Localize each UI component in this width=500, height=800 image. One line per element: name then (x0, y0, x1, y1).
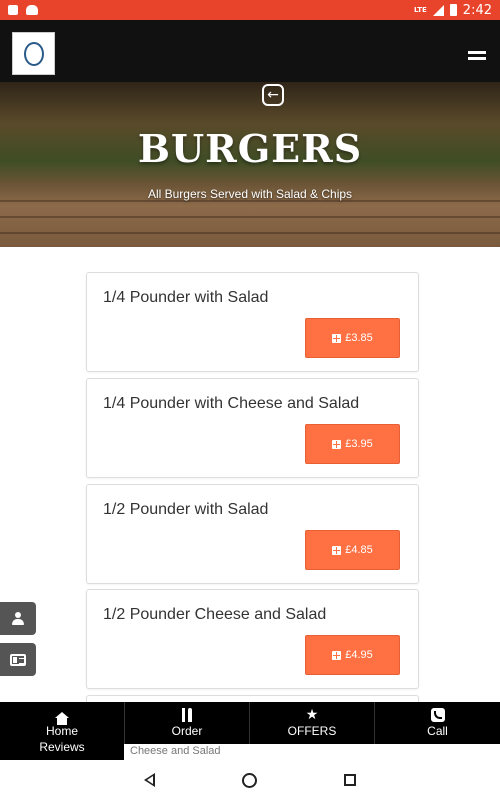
nav-label: Home (45, 724, 78, 738)
hamburger-menu-button[interactable] (468, 51, 486, 63)
item-price: £3.95 (345, 438, 373, 450)
add-to-order-button[interactable]: £4.95 (305, 635, 400, 675)
category-title: BURGERS (137, 126, 363, 171)
logo[interactable] (12, 32, 55, 75)
nav-tab-home[interactable]: Home Reviews (0, 702, 125, 760)
partial-item-text: Cheese and Salad (124, 744, 500, 760)
plus-square-icon (332, 545, 342, 555)
back-arrow-button[interactable]: ← (262, 84, 284, 106)
nav-sublabel: Reviews (39, 740, 85, 754)
app-bar (0, 20, 500, 82)
account-button[interactable] (0, 602, 36, 635)
item-name: 1/2 Pounder Cheese and Salad (103, 606, 327, 623)
contact-card-icon (10, 653, 26, 666)
item-name: 1/4 Pounder with Cheese and Salad (103, 395, 360, 412)
system-recents-icon[interactable] (344, 774, 357, 786)
network-type: LTE (413, 6, 427, 14)
item-price: £4.95 (345, 649, 373, 661)
battery-icon (449, 4, 457, 16)
phone-icon (430, 708, 445, 722)
nav-tab-offers[interactable]: ★ OFFERS (250, 702, 375, 744)
cutlery-icon (180, 708, 194, 722)
nav-tab-call[interactable]: Call (375, 702, 500, 744)
contact-card-button[interactable] (0, 643, 36, 676)
plus-square-icon (332, 439, 342, 449)
item-name: 1/4 Pounder with Salad (103, 289, 269, 306)
screen: LTE 2:42 ← BURGERS All Burgers Served wi… (0, 0, 500, 800)
item-name: 1/2 Pounder with Salad (103, 501, 269, 518)
nav-tab-order[interactable]: Order (125, 702, 250, 744)
home-icon (55, 712, 69, 725)
nav-label: OFFERS (287, 724, 337, 738)
system-nav-bar (0, 760, 500, 800)
menu-item-card: 1/2 Pounder Cheese and Salad £4.95 (86, 589, 419, 689)
system-home-icon[interactable] (241, 772, 257, 788)
status-time: 2:42 (462, 2, 492, 18)
menu-item-card: 1/2 Pounder with Salad £4.85 (86, 484, 419, 584)
plus-square-icon (332, 333, 342, 343)
android-icon (26, 5, 38, 15)
system-back-icon[interactable] (143, 773, 155, 787)
nav-label: Call (427, 724, 448, 738)
hero-banner: ← BURGERS All Burgers Served with Salad … (0, 82, 500, 247)
item-price: £3.85 (345, 332, 373, 344)
signal-icon (432, 4, 444, 16)
status-bar: LTE 2:42 (0, 0, 500, 20)
add-to-order-button[interactable]: £3.95 (305, 424, 400, 464)
nav-label: Order (171, 724, 203, 738)
category-subtitle: All Burgers Served with Salad & Chips (147, 187, 353, 201)
sim-card-icon (8, 5, 18, 15)
menu-item-card: 1/4 Pounder with Cheese and Salad £3.95 (86, 378, 419, 478)
user-icon (12, 612, 24, 625)
add-to-order-button[interactable]: £4.85 (305, 530, 400, 570)
plus-square-icon (332, 650, 342, 660)
item-price: £4.85 (345, 544, 373, 556)
fish-logo-icon (24, 42, 44, 66)
menu-item-card: 1/4 Pounder with Salad £3.85 (86, 272, 419, 372)
add-to-order-button[interactable]: £3.85 (305, 318, 400, 358)
star-icon: ★ (305, 707, 319, 723)
